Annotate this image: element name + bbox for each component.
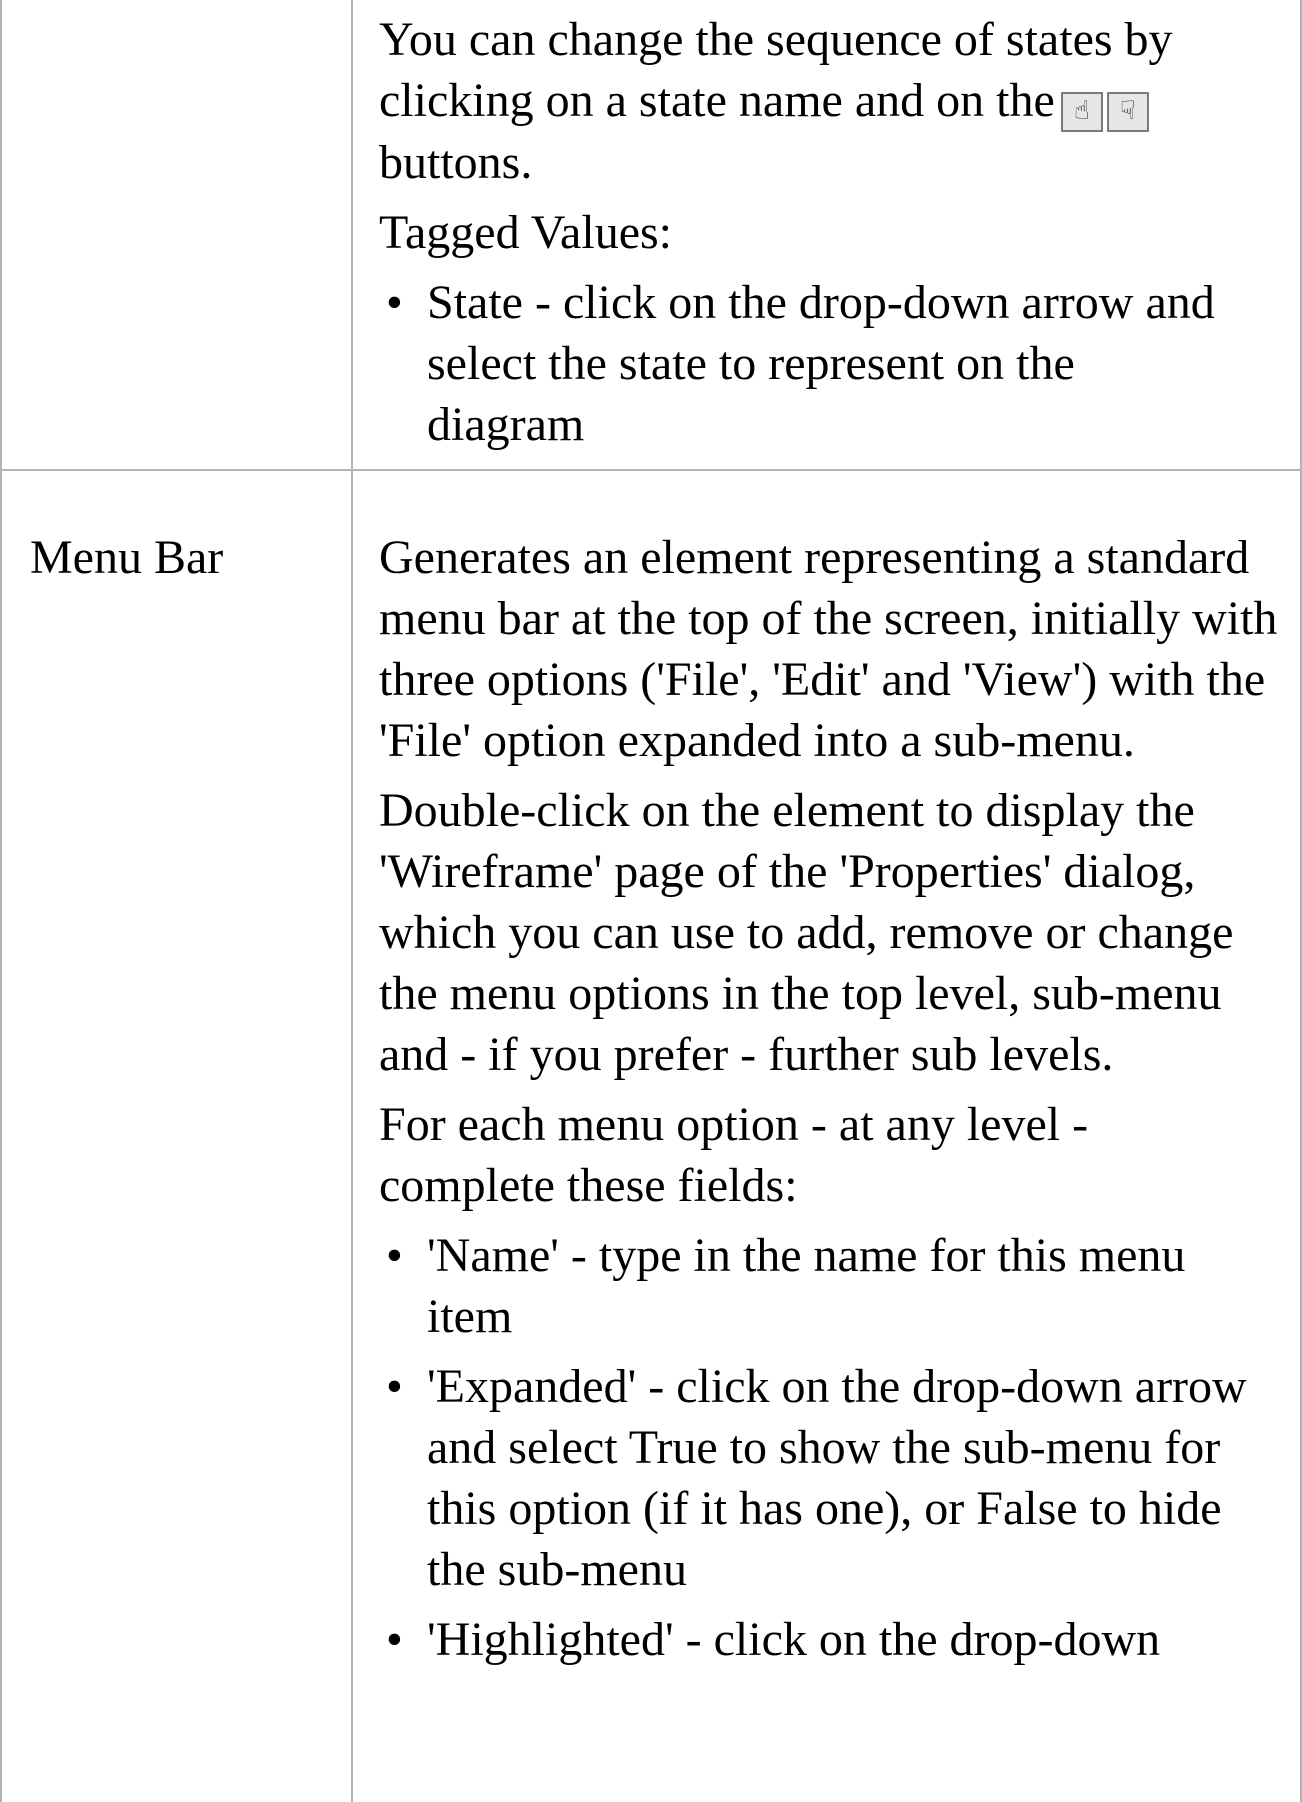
row-1-paragraph-1-text: You can change the sequence of states by… xyxy=(379,13,1173,127)
document-table: You can change the sequence of states by… xyxy=(0,0,1302,1802)
list-item-text: State - click on the drop-down arrow and… xyxy=(427,276,1215,451)
table-column-divider xyxy=(351,0,353,1802)
bullet-icon: • xyxy=(386,1229,403,1282)
row-2-paragraph-1: Generates an element representing a stan… xyxy=(379,531,1278,767)
row-1-paragraph-2: buttons. xyxy=(379,136,533,189)
bullet-icon: • xyxy=(386,1360,403,1413)
row-2-paragraph-3: For each menu option - at any level - co… xyxy=(379,1098,1089,1212)
row-1-description: You can change the sequence of states by… xyxy=(379,9,1279,455)
row-1-paragraph-3: Tagged Values: xyxy=(379,206,673,259)
bullet-icon: • xyxy=(386,276,403,329)
row-1-bullet-list: • State - click on the drop-down arrow a… xyxy=(379,272,1279,455)
row-2-paragraph-2: Double-click on the element to display t… xyxy=(379,784,1234,1081)
table-border-left xyxy=(0,0,2,1802)
list-item-text: 'Name' - type in the name for this menu … xyxy=(427,1229,1186,1343)
table-row-divider xyxy=(0,469,1302,471)
bullet-icon: • xyxy=(386,1613,403,1666)
row-2-label: Menu Bar xyxy=(30,531,224,584)
list-item: • 'Name' - type in the name for this men… xyxy=(379,1225,1279,1347)
list-item: • 'Expanded' - click on the drop-down ar… xyxy=(379,1356,1279,1600)
list-item-text: 'Highlighted' - click on the drop-down xyxy=(427,1613,1161,1666)
move-down-icon: ☟ xyxy=(1106,92,1149,132)
list-item: • 'Highlighted' - click on the drop-down xyxy=(379,1609,1279,1670)
row-2-description: Generates an element representing a stan… xyxy=(379,527,1279,1670)
list-item-text: 'Expanded' - click on the drop-down arro… xyxy=(427,1360,1247,1596)
list-item: • State - click on the drop-down arrow a… xyxy=(379,272,1217,455)
move-up-icon: ☝ xyxy=(1060,92,1103,132)
row-2-bullet-list: • 'Name' - type in the name for this men… xyxy=(379,1225,1279,1670)
row-1-paragraph-1: You can change the sequence of states by… xyxy=(379,9,1279,132)
